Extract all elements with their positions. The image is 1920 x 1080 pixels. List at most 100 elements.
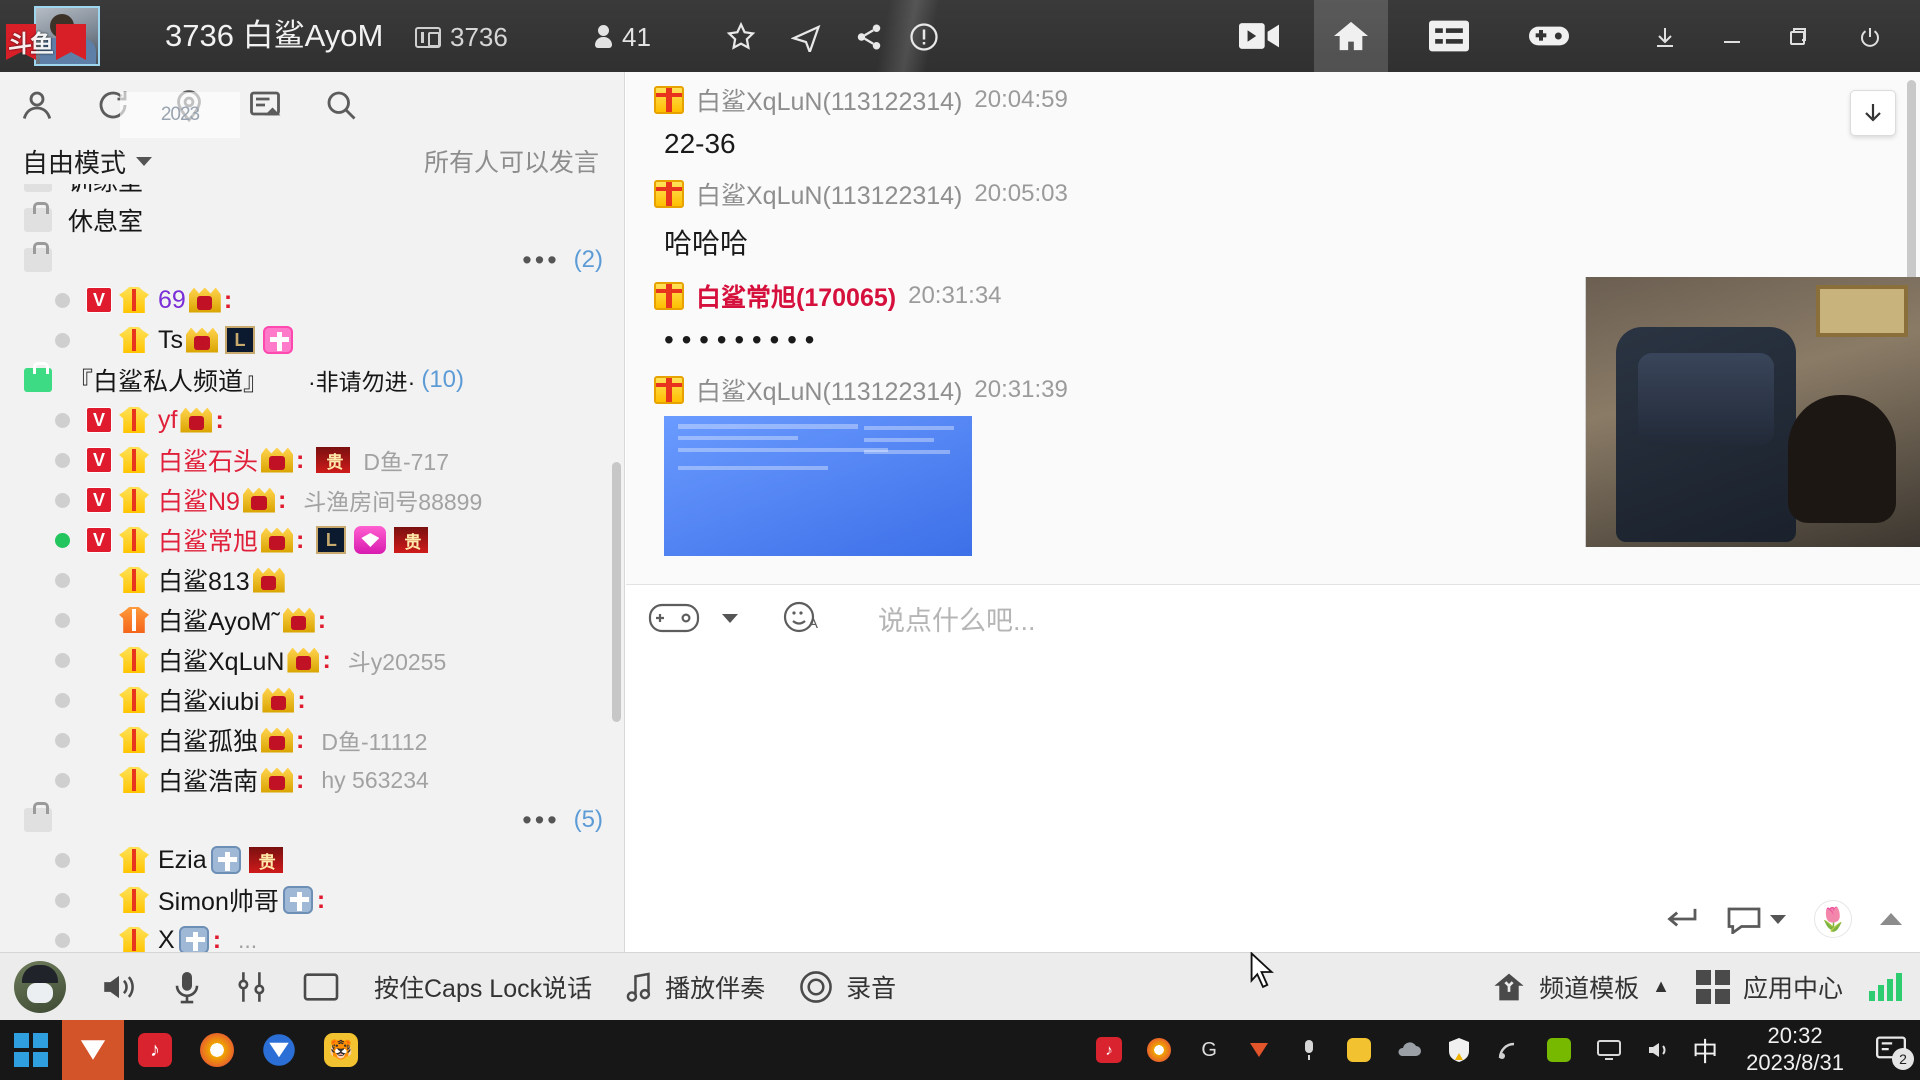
channel-item-group2[interactable]: ••• (2) bbox=[0, 240, 624, 280]
chevron-up-icon[interactable] bbox=[1880, 913, 1902, 925]
message-author: 白鲨XqLuN(113122314) bbox=[696, 182, 963, 210]
restore-icon[interactable] bbox=[1778, 18, 1818, 56]
speaker-control[interactable] bbox=[100, 971, 138, 1003]
power-icon[interactable] bbox=[1850, 18, 1890, 56]
tray-mic-icon[interactable] bbox=[1292, 1033, 1326, 1067]
list-item[interactable]: 白鲨xiubi : bbox=[0, 680, 624, 720]
taskbar-chrome-icon[interactable] bbox=[186, 1020, 248, 1080]
airplane-icon[interactable] bbox=[785, 16, 827, 58]
channel-template-button[interactable]: 频道模板 ▲ bbox=[1492, 969, 1670, 1005]
screen-share-control[interactable] bbox=[302, 971, 340, 1003]
system-tray: ♪ G 中 20:32 2023/8/31 2 bbox=[1092, 1023, 1914, 1077]
list-item[interactable]: V 白鲨常旭 : L 贵 bbox=[0, 520, 624, 560]
app-center-button[interactable]: 应用中心 bbox=[1695, 969, 1843, 1005]
tray-netease-icon[interactable]: ♪ bbox=[1092, 1033, 1126, 1067]
star-icon[interactable] bbox=[720, 16, 762, 58]
list-item[interactable]: V 白鲨石头 : 贵 D鱼-717 bbox=[0, 440, 624, 480]
ime-indicator[interactable]: 中 bbox=[1692, 1032, 1718, 1069]
list-item[interactable]: Ts L bbox=[0, 320, 624, 360]
tray-shield-warning-icon[interactable] bbox=[1442, 1033, 1476, 1067]
channel-item-private[interactable]: 『白鲨私人频道』 ·非请勿进· (10) bbox=[0, 360, 624, 400]
list-item[interactable]: V 白鲨N9 : 斗渔房间号88899 bbox=[0, 480, 624, 520]
share-icon[interactable] bbox=[848, 16, 890, 58]
lock-icon bbox=[24, 202, 52, 232]
microphone-control[interactable] bbox=[172, 969, 202, 1005]
play-music-button[interactable]: 播放伴奏 bbox=[626, 969, 765, 1005]
vest-icon bbox=[119, 487, 149, 513]
tulip-icon[interactable]: 🌷 bbox=[1814, 900, 1852, 938]
windows-taskbar: ♪ 🐯 ♪ G 中 20:32 2023/8/31 2 bbox=[0, 1020, 1920, 1080]
taskbar-yy-icon[interactable] bbox=[62, 1020, 124, 1080]
tray-nvidia-icon[interactable] bbox=[1542, 1033, 1576, 1067]
member-list[interactable]: 训练室 休息室 ••• (2) V 69 : bbox=[0, 184, 624, 952]
search-icon[interactable] bbox=[320, 84, 362, 126]
tray-yy-icon[interactable] bbox=[1242, 1033, 1276, 1067]
taskbar-panda-icon[interactable]: 🐯 bbox=[310, 1020, 372, 1080]
list-item[interactable]: 白鲨AyoM˜ : bbox=[0, 600, 624, 640]
vest-icon bbox=[119, 327, 149, 353]
notification-center-icon[interactable]: 2 bbox=[1876, 1035, 1914, 1070]
taskbar-netease-music-icon[interactable]: ♪ bbox=[124, 1020, 186, 1080]
name-colon: : bbox=[215, 405, 224, 434]
list-item[interactable]: 白鲨813 bbox=[0, 560, 624, 600]
taskbar-yy-voice-icon[interactable] bbox=[248, 1020, 310, 1080]
overflow-ellipsis[interactable]: ••• bbox=[522, 245, 559, 276]
note-icon[interactable] bbox=[244, 84, 286, 126]
list-item[interactable]: V yf : bbox=[0, 400, 624, 440]
list-item[interactable]: 白鲨XqLuN : 斗y20255 bbox=[0, 640, 624, 680]
list-item[interactable]: X : ... bbox=[0, 920, 624, 952]
tray-logitech-icon[interactable]: G bbox=[1192, 1033, 1226, 1067]
chevron-down-icon[interactable] bbox=[722, 613, 738, 623]
sidebar-scrollbar[interactable] bbox=[612, 462, 621, 722]
download-icon[interactable] bbox=[1645, 18, 1685, 56]
refresh-icon[interactable] bbox=[92, 84, 134, 126]
alert-icon[interactable] bbox=[903, 16, 945, 58]
list-item[interactable]: 白鲨孤独 : D鱼-11112 bbox=[0, 720, 624, 760]
ribbon-label: 斗鱼 bbox=[8, 31, 54, 58]
speaker-icon bbox=[104, 975, 134, 998]
push-to-talk-label[interactable]: 按住Caps Lock说话 bbox=[374, 969, 592, 1005]
taskbar-clock[interactable]: 20:32 2023/8/31 bbox=[1746, 1023, 1844, 1077]
tray-chrome-icon[interactable] bbox=[1142, 1033, 1176, 1067]
list-item[interactable]: Ezia 贵 bbox=[0, 840, 624, 880]
webcam-preview[interactable] bbox=[1585, 277, 1920, 547]
game-tab[interactable] bbox=[1512, 0, 1586, 72]
home-tab[interactable] bbox=[1314, 0, 1388, 72]
message-placeholder[interactable]: 说点什么吧... bbox=[878, 599, 1036, 638]
chevron-down-icon[interactable] bbox=[1770, 914, 1786, 924]
list-item[interactable]: 白鲨浩南 : hy 563234 bbox=[0, 760, 624, 800]
list-tab[interactable] bbox=[1412, 0, 1486, 72]
vest-icon bbox=[119, 767, 149, 793]
channel-item-group3[interactable]: ••• (5) bbox=[0, 800, 624, 840]
message-author: 白鲨XqLuN(113122314) bbox=[696, 378, 963, 406]
scroll-to-bottom-icon[interactable] bbox=[1850, 90, 1896, 136]
message-image[interactable] bbox=[664, 416, 972, 556]
grid-icon bbox=[1695, 969, 1730, 1004]
mixer-control[interactable] bbox=[236, 969, 268, 1005]
template-caret[interactable]: ▲ bbox=[1652, 976, 1670, 997]
gamepad-icon[interactable] bbox=[648, 601, 700, 635]
tray-monitor-icon[interactable] bbox=[1592, 1033, 1626, 1067]
list-item[interactable]: V 69 : bbox=[0, 280, 624, 320]
record-button[interactable]: 录音 bbox=[799, 969, 896, 1005]
overflow-ellipsis[interactable]: ••• bbox=[522, 805, 559, 836]
vip-badge-icon: V bbox=[86, 447, 112, 473]
list-item[interactable]: Simon帅哥 : bbox=[0, 880, 624, 920]
enter-icon[interactable] bbox=[1664, 905, 1698, 933]
tray-volume-icon[interactable] bbox=[1642, 1033, 1676, 1067]
chevron-down-icon bbox=[136, 156, 153, 166]
windows-start-icon[interactable] bbox=[0, 1020, 62, 1080]
user-avatar[interactable] bbox=[14, 960, 66, 1013]
mode-selector[interactable]: 自由模式 bbox=[22, 143, 153, 180]
location-icon[interactable] bbox=[168, 84, 210, 126]
channel-item-rest[interactable]: 休息室 bbox=[0, 200, 624, 240]
tray-panda-icon[interactable] bbox=[1342, 1033, 1376, 1067]
tray-cloud-icon[interactable] bbox=[1392, 1033, 1426, 1067]
person-icon[interactable] bbox=[16, 84, 58, 126]
tray-satellite-icon[interactable] bbox=[1492, 1033, 1526, 1067]
video-tab[interactable] bbox=[1222, 0, 1296, 72]
speech-bubble-icon[interactable] bbox=[1726, 904, 1786, 934]
emoji-icon[interactable]: A bbox=[782, 598, 822, 638]
channel-item-training[interactable]: 训练室 bbox=[0, 184, 624, 200]
minimize-icon[interactable] bbox=[1712, 18, 1752, 56]
